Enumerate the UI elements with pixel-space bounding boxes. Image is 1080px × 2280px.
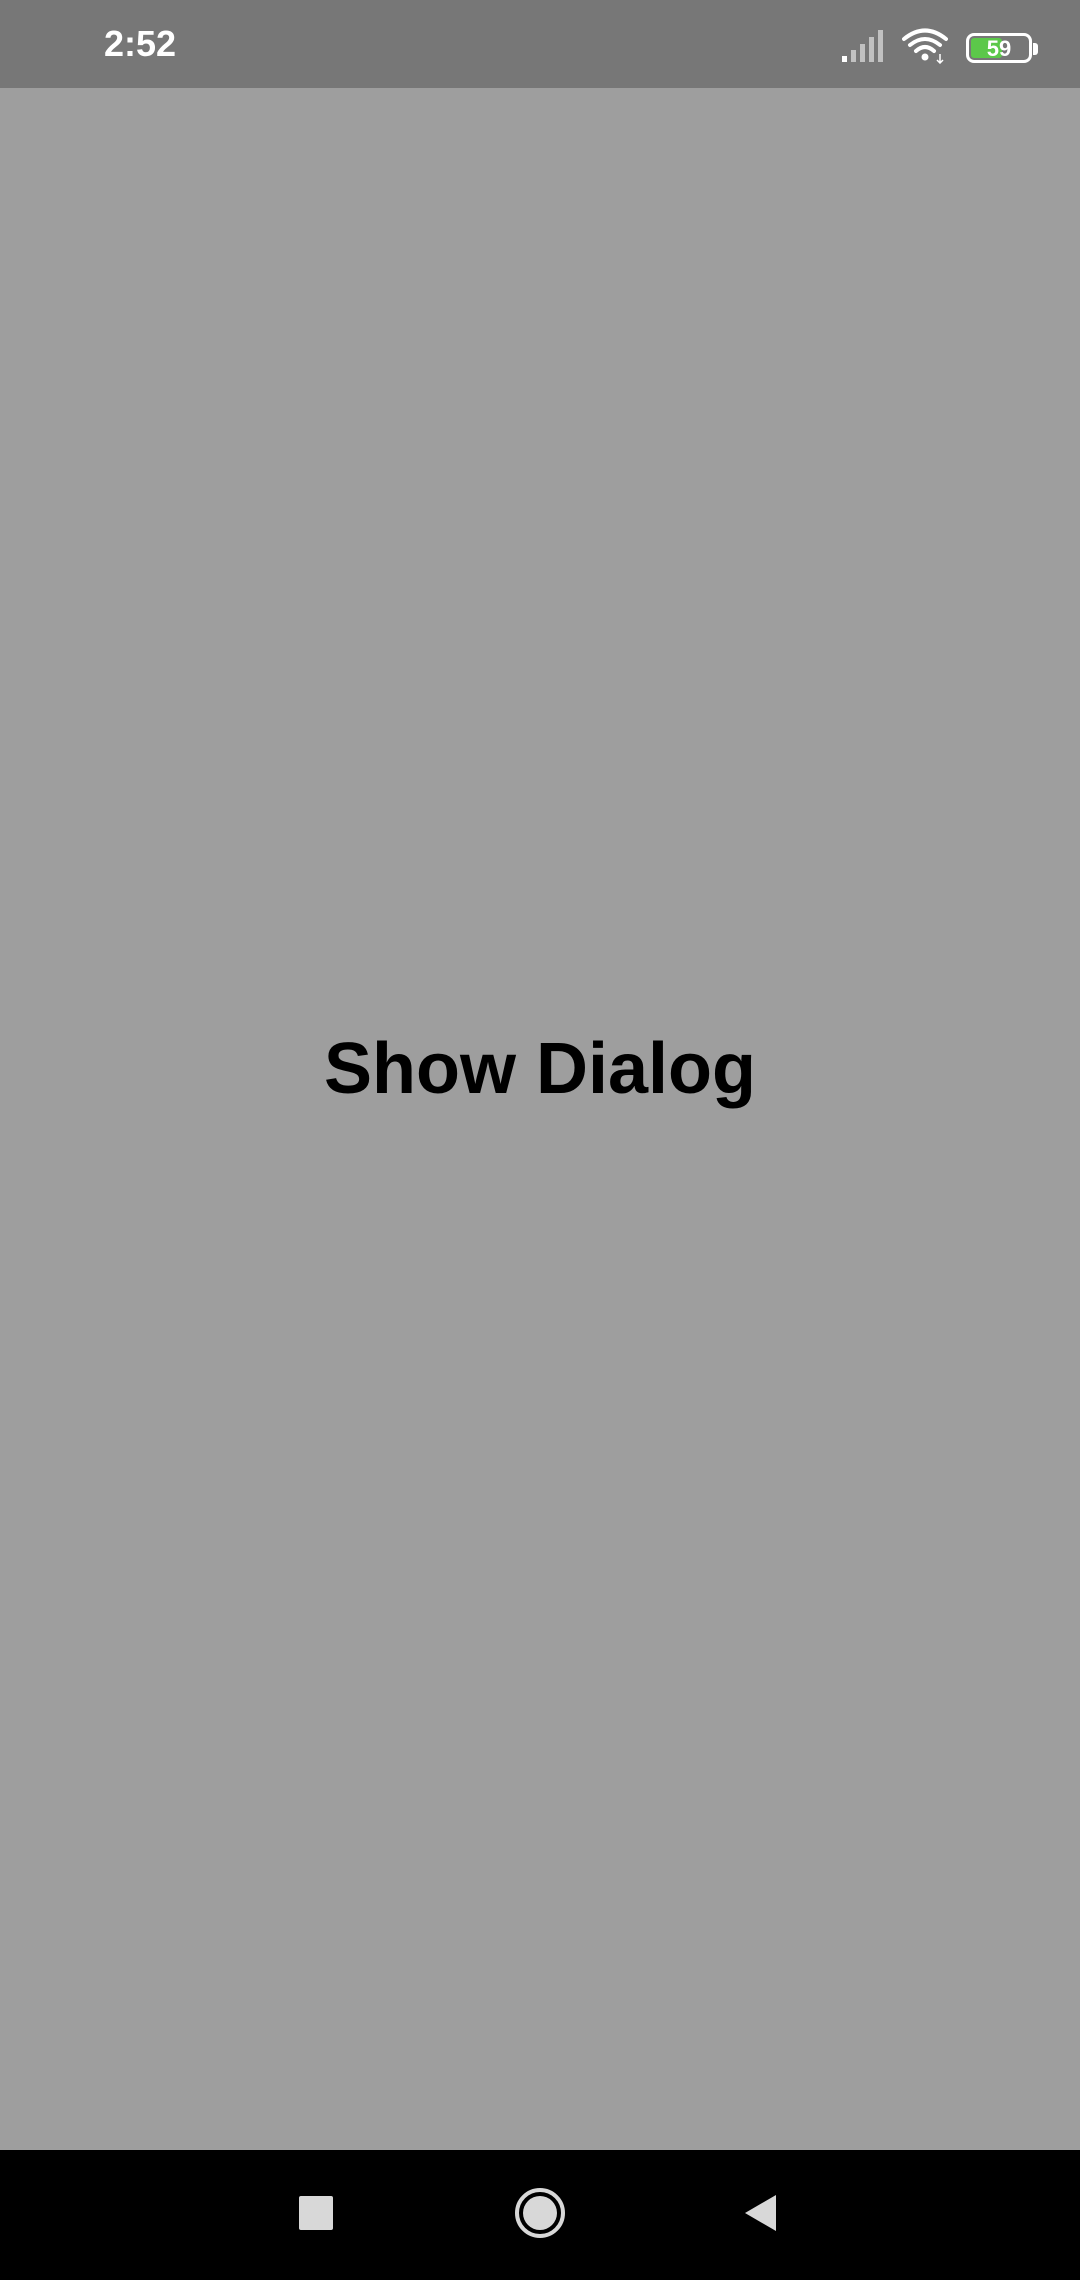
recents-button[interactable]	[276, 2175, 356, 2255]
circle-home-icon	[514, 2187, 566, 2244]
status-time: 2:52	[104, 23, 177, 64]
navigation-bar	[0, 2150, 1080, 2280]
battery-icon: 59	[966, 33, 1038, 63]
app-screen: 2:52 59 Show Dialog	[0, 0, 1080, 2280]
status-icons: 59	[842, 28, 1038, 69]
status-bar: 2:52 59	[0, 0, 1080, 88]
show-dialog-button[interactable]: Show Dialog	[0, 1028, 1080, 1110]
cellular-signal-icon	[842, 29, 884, 67]
battery-level: 59	[986, 36, 1012, 61]
wifi-icon	[902, 28, 948, 69]
battery-tip	[1033, 43, 1038, 55]
square-recents-icon	[298, 2195, 334, 2236]
back-button[interactable]	[720, 2175, 800, 2255]
main-content: Show Dialog	[0, 88, 1080, 2150]
triangle-back-icon	[742, 2193, 778, 2238]
home-button[interactable]	[500, 2175, 580, 2255]
